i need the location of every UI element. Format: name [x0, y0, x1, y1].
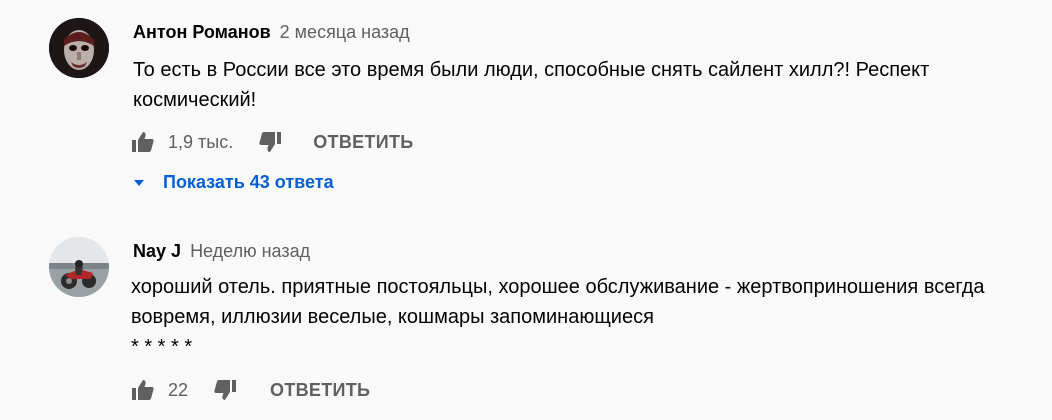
motorcycle-photo-icon: [49, 237, 109, 297]
thumb-up-icon: [132, 380, 154, 400]
author-name[interactable]: Nay J: [133, 241, 181, 261]
reply-button[interactable]: ОТВЕТИТЬ: [313, 132, 413, 153]
avatar[interactable]: [49, 237, 109, 297]
thumb-down-icon: [259, 132, 282, 152]
view-replies-label: Показать 43 ответа: [163, 172, 334, 192]
chevron-down-icon: [134, 179, 144, 186]
comment-time[interactable]: Неделю назад: [190, 241, 310, 261]
dislike-button[interactable]: [257, 129, 283, 155]
avatar[interactable]: [49, 18, 109, 78]
dislike-button[interactable]: [212, 377, 238, 403]
comment-thread: Nay J Неделю назад хороший отель. приятн…: [0, 225, 1052, 420]
comment-actions: 22 ОТВЕТИТЬ: [130, 375, 370, 405]
like-button[interactable]: [130, 129, 156, 155]
masked-face-icon: [49, 18, 109, 78]
reply-button[interactable]: ОТВЕТИТЬ: [270, 380, 370, 401]
like-count: 22: [168, 379, 189, 400]
comment-thread: Антон Романов 2 месяца назад То есть в Р…: [0, 0, 1052, 225]
thumb-down-icon: [214, 380, 237, 400]
comment-header: Антон Романов 2 месяца назад: [133, 21, 410, 43]
thumb-up-icon: [132, 132, 154, 152]
like-button[interactable]: [130, 377, 156, 403]
comment-header: Nay J Неделю назад: [133, 240, 310, 262]
like-count: 1,9 тыс.: [168, 131, 234, 152]
view-replies-button[interactable]: Показать 43 ответа: [133, 172, 334, 193]
comment-time[interactable]: 2 месяца назад: [280, 22, 410, 42]
comment-text: хороший отель. приятные постояльцы, хоро…: [131, 276, 985, 358]
comment-actions: 1,9 тыс. ОТВЕТИТЬ: [130, 127, 414, 157]
author-name[interactable]: Антон Романов: [133, 22, 271, 42]
comment-text: То есть в России все это время были люди…: [133, 59, 930, 111]
